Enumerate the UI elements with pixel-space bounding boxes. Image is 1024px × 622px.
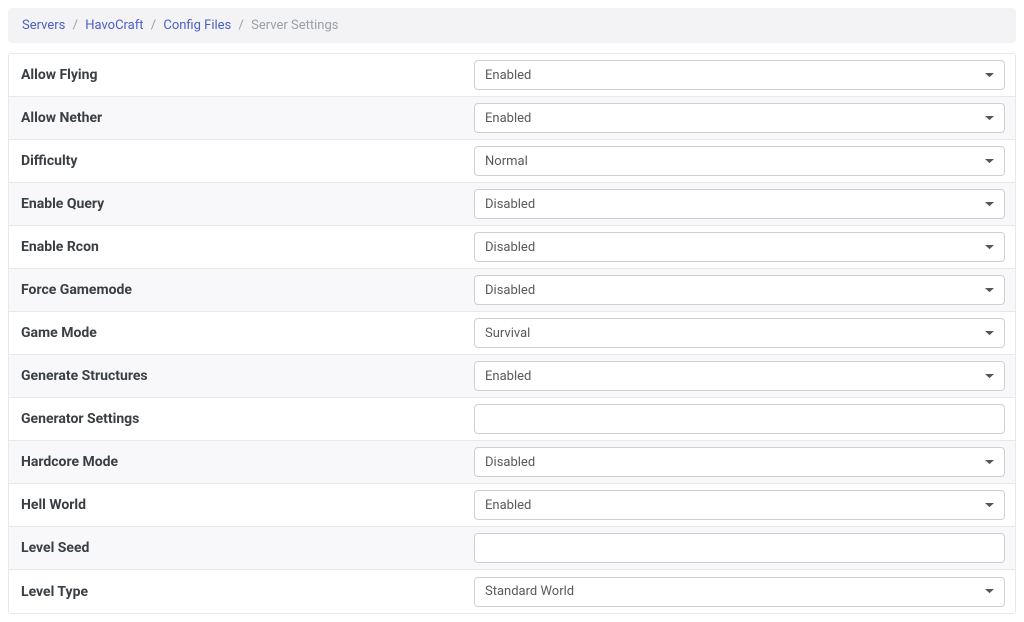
enable-query-select[interactable]: Disabled [474, 189, 1005, 219]
setting-control-difficulty: Normal [474, 146, 1005, 176]
setting-control-allow-nether: Enabled [474, 103, 1005, 133]
setting-control-enable-query: Disabled [474, 189, 1005, 219]
settings-row-allow-flying: Allow FlyingEnabled [9, 54, 1015, 97]
level-seed-input[interactable] [474, 533, 1005, 563]
setting-control-generate-structures: Enabled [474, 361, 1005, 391]
setting-label-allow-flying: Allow Flying [19, 67, 474, 83]
settings-table: Allow FlyingEnabledAllow NetherEnabledDi… [8, 53, 1016, 614]
breadcrumb-havocraft[interactable]: HavoCraft [85, 18, 143, 33]
setting-label-force-gamemode: Force Gamemode [19, 282, 474, 298]
breadcrumb-servers[interactable]: Servers [22, 18, 65, 33]
hell-world-select[interactable]: Enabled [474, 490, 1005, 520]
allow-flying-select[interactable]: Enabled [474, 60, 1005, 90]
settings-row-level-type: Level TypeStandard World [9, 570, 1015, 613]
setting-label-enable-query: Enable Query [19, 196, 474, 212]
setting-control-enable-rcon: Disabled [474, 232, 1005, 262]
setting-label-hell-world: Hell World [19, 497, 474, 513]
settings-row-game-mode: Game ModeSurvival [9, 312, 1015, 355]
breadcrumb: Servers / HavoCraft / Config Files / Ser… [8, 8, 1016, 43]
setting-label-generator-settings: Generator Settings [19, 411, 474, 427]
breadcrumb-sep: / [69, 18, 82, 33]
difficulty-select[interactable]: Normal [474, 146, 1005, 176]
settings-row-generate-structures: Generate StructuresEnabled [9, 355, 1015, 398]
generate-structures-select[interactable]: Enabled [474, 361, 1005, 391]
game-mode-select[interactable]: Survival [474, 318, 1005, 348]
setting-control-force-gamemode: Disabled [474, 275, 1005, 305]
settings-row-enable-rcon: Enable RconDisabled [9, 226, 1015, 269]
force-gamemode-select[interactable]: Disabled [474, 275, 1005, 305]
setting-control-game-mode: Survival [474, 318, 1005, 348]
breadcrumb-current: Server Settings [251, 18, 338, 33]
setting-control-generator-settings [474, 404, 1005, 434]
settings-row-force-gamemode: Force GamemodeDisabled [9, 269, 1015, 312]
breadcrumb-sep: / [235, 18, 248, 33]
setting-control-level-seed [474, 533, 1005, 563]
setting-control-hell-world: Enabled [474, 490, 1005, 520]
setting-control-allow-flying: Enabled [474, 60, 1005, 90]
breadcrumb-config-files[interactable]: Config Files [163, 18, 231, 33]
setting-label-allow-nether: Allow Nether [19, 110, 474, 126]
setting-label-level-type: Level Type [19, 584, 474, 600]
generator-settings-input[interactable] [474, 404, 1005, 434]
breadcrumb-sep: / [147, 18, 160, 33]
setting-control-level-type: Standard World [474, 577, 1005, 607]
settings-row-generator-settings: Generator Settings [9, 398, 1015, 441]
settings-row-allow-nether: Allow NetherEnabled [9, 97, 1015, 140]
level-type-select[interactable]: Standard World [474, 577, 1005, 607]
enable-rcon-select[interactable]: Disabled [474, 232, 1005, 262]
setting-label-generate-structures: Generate Structures [19, 368, 474, 384]
allow-nether-select[interactable]: Enabled [474, 103, 1005, 133]
settings-row-hardcore-mode: Hardcore ModeDisabled [9, 441, 1015, 484]
settings-row-enable-query: Enable QueryDisabled [9, 183, 1015, 226]
setting-label-game-mode: Game Mode [19, 325, 474, 341]
setting-control-hardcore-mode: Disabled [474, 447, 1005, 477]
hardcore-mode-select[interactable]: Disabled [474, 447, 1005, 477]
settings-row-hell-world: Hell WorldEnabled [9, 484, 1015, 527]
setting-label-enable-rcon: Enable Rcon [19, 239, 474, 255]
setting-label-level-seed: Level Seed [19, 540, 474, 556]
settings-row-difficulty: DifficultyNormal [9, 140, 1015, 183]
setting-label-hardcore-mode: Hardcore Mode [19, 454, 474, 470]
settings-row-level-seed: Level Seed [9, 527, 1015, 570]
setting-label-difficulty: Difficulty [19, 153, 474, 169]
